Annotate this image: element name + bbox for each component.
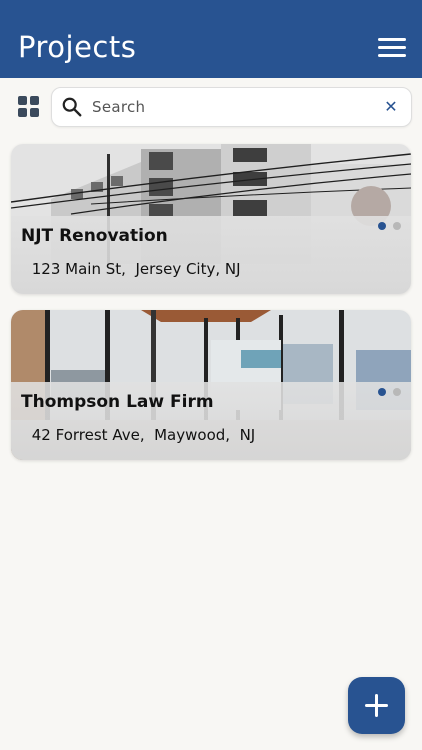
carousel-indicator[interactable]	[378, 222, 402, 230]
project-name: Thompson Law Firm	[21, 392, 214, 412]
search-icon	[62, 97, 82, 117]
carousel-dot[interactable]	[393, 388, 401, 396]
app-screen: Projects ✕	[0, 0, 422, 750]
search-input[interactable]	[92, 88, 382, 126]
carousel-dot-active[interactable]	[378, 222, 386, 230]
project-card[interactable]: NJT Renovation 123 Main St, Jersey City,…	[11, 144, 411, 294]
grid-view-icon[interactable]	[18, 96, 40, 118]
add-project-button[interactable]	[348, 677, 405, 734]
project-card[interactable]: Thompson Law Firm 42 Forrest Ave, Maywoo…	[11, 310, 411, 460]
page-title: Projects	[18, 30, 137, 64]
carousel-dot-active[interactable]	[378, 388, 386, 396]
close-icon[interactable]: ✕	[381, 97, 401, 117]
search-bar: ✕	[51, 87, 412, 127]
project-address: 42 Forrest Ave, Maywood, NJ	[27, 426, 256, 444]
carousel-dot[interactable]	[393, 222, 401, 230]
project-address: 123 Main St, Jersey City, NJ	[27, 260, 241, 278]
project-name: NJT Renovation	[21, 226, 168, 246]
carousel-indicator[interactable]	[378, 388, 402, 396]
hamburger-menu-icon[interactable]	[378, 38, 406, 60]
app-header: Projects	[0, 0, 422, 78]
